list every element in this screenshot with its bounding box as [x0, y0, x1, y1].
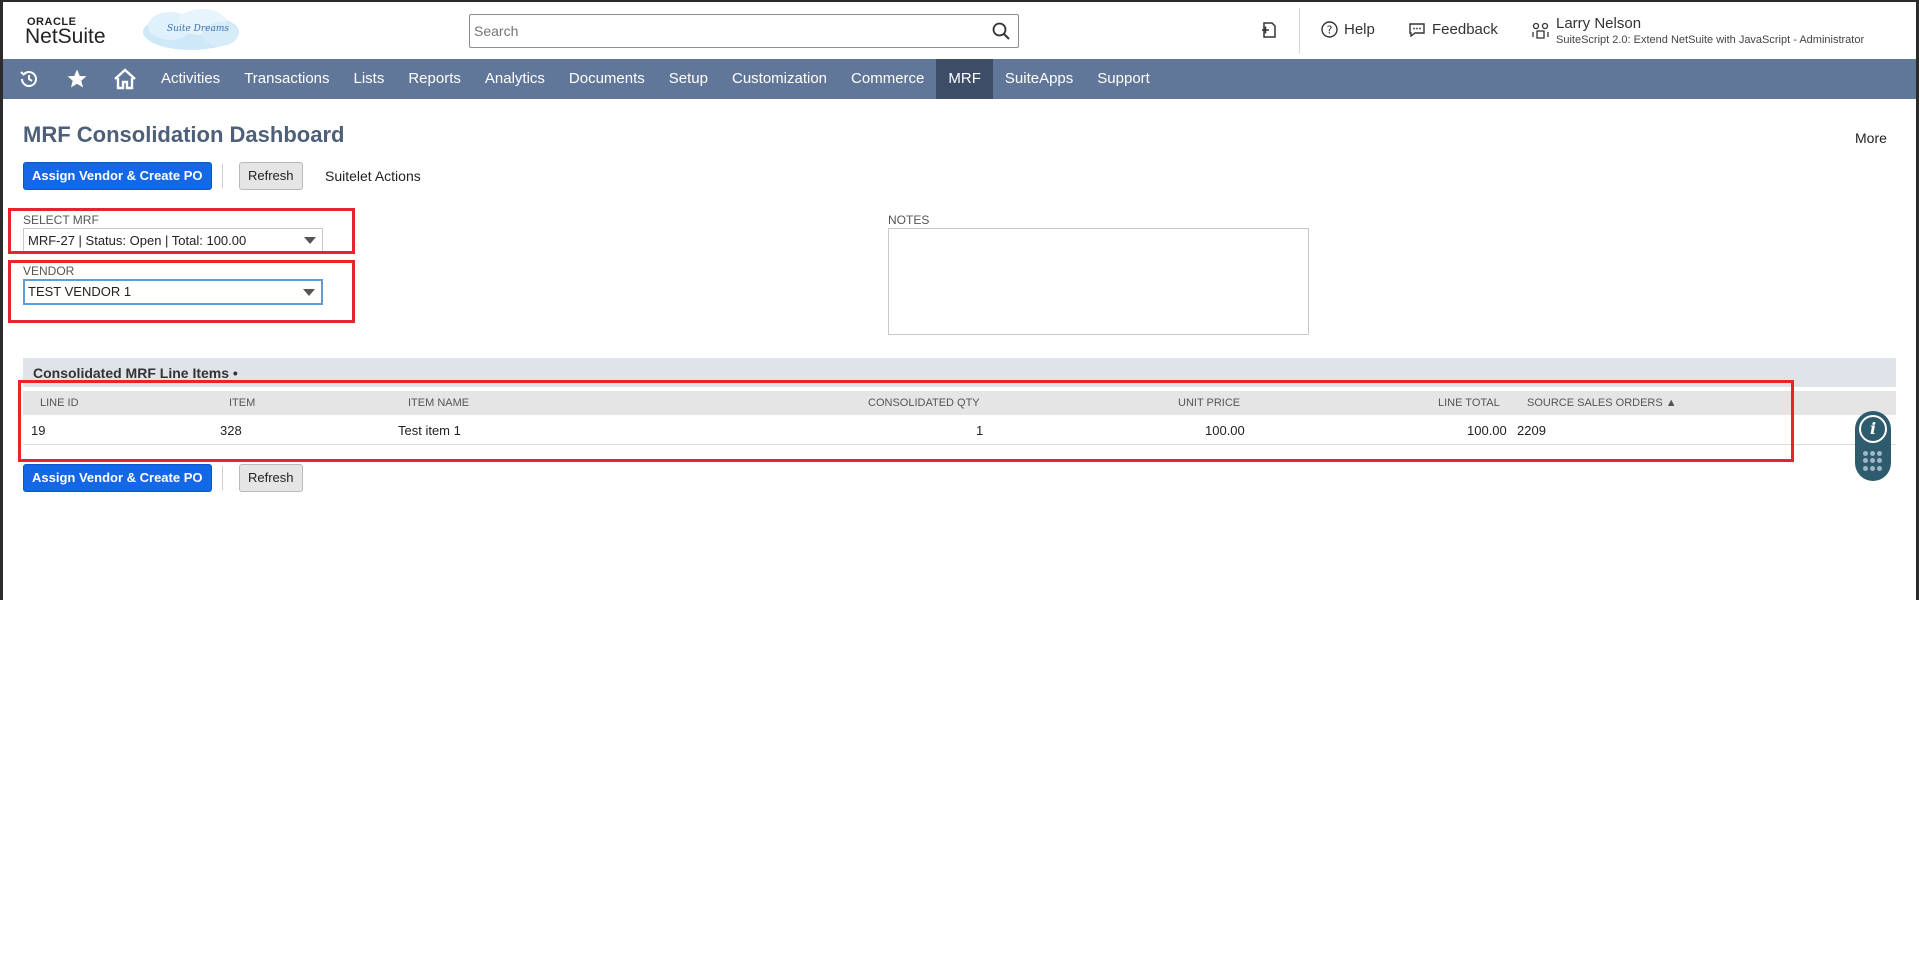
- star-icon: [67, 69, 87, 88]
- column-header-consolidated-qty[interactable]: CONSOLIDATED QTY: [868, 397, 980, 409]
- chevron-down-icon[interactable]: [304, 237, 316, 244]
- column-header-item-name[interactable]: ITEM NAME: [408, 397, 469, 409]
- assign-vendor-create-po-button-bottom[interactable]: Assign Vendor & Create PO: [23, 464, 212, 492]
- nav-mrf[interactable]: MRF: [936, 59, 993, 99]
- nav-suiteapps[interactable]: SuiteApps: [993, 59, 1085, 99]
- company-cloud-label: Suite Dreams: [167, 24, 230, 34]
- help-circle-icon: ?: [1321, 21, 1338, 38]
- feedback-button[interactable]: Feedback: [1408, 21, 1498, 38]
- table-header-row: LINE ID ITEM ITEM NAME CONSOLIDATED QTY …: [23, 391, 1896, 415]
- recent-records-icon: [1262, 22, 1276, 38]
- refresh-button[interactable]: Refresh: [239, 162, 303, 190]
- nav-documents[interactable]: Documents: [557, 59, 657, 99]
- cell-source-sales-orders: 2209: [1517, 423, 1546, 438]
- dots-grid-icon[interactable]: [1863, 451, 1883, 471]
- table-row[interactable]: 19 328 Test item 1 1 100.00 100.00 2209: [23, 415, 1896, 445]
- chevron-down-icon[interactable]: [303, 289, 315, 296]
- cell-consolidated-qty: 1: [976, 423, 984, 438]
- recent-history-nav[interactable]: [5, 59, 53, 99]
- home-icon: [114, 68, 136, 90]
- select-mrf-dropdown[interactable]: MRF-27 | Status: Open | Total: 100.00: [23, 228, 323, 254]
- help-label: Help: [1344, 21, 1375, 38]
- info-icon[interactable]: i: [1859, 415, 1887, 443]
- netsuite-logo[interactable]: NetSuite: [25, 25, 106, 49]
- main-navigation: Activities Transactions Lists Reports An…: [3, 59, 1916, 99]
- user-role[interactable]: SuiteScript 2.0: Extend NetSuite with Ja…: [1556, 34, 1864, 46]
- nav-lists[interactable]: Lists: [342, 59, 397, 99]
- refresh-button-bottom[interactable]: Refresh: [239, 464, 303, 492]
- cell-line-total: 100.00: [1467, 423, 1507, 438]
- assign-vendor-create-po-button[interactable]: Assign Vendor & Create PO: [23, 162, 212, 190]
- role-switch-icon[interactable]: [1531, 21, 1550, 40]
- select-mrf-value: MRF-27 | Status: Open | Total: 100.00: [28, 233, 247, 248]
- global-search[interactable]: [469, 14, 1019, 48]
- nav-customization[interactable]: Customization: [720, 59, 839, 99]
- column-header-line-id[interactable]: LINE ID: [40, 397, 79, 409]
- user-name[interactable]: Larry Nelson: [1556, 15, 1641, 32]
- sublist-header: Consolidated MRF Line Items •: [23, 358, 1896, 387]
- nav-analytics[interactable]: Analytics: [473, 59, 557, 99]
- history-clock-icon: [20, 71, 37, 87]
- favorites-nav[interactable]: [53, 59, 101, 99]
- global-header: ORACLE NetSuite Suite Dreams ? Help: [0, 0, 1919, 59]
- svg-text:?: ?: [1327, 24, 1333, 37]
- nav-activities[interactable]: Activities: [149, 59, 232, 99]
- column-header-line-total[interactable]: LINE TOTAL: [1438, 397, 1500, 409]
- more-menu-link[interactable]: More: [1855, 130, 1887, 146]
- vendor-label: VENDOR: [23, 264, 75, 278]
- column-header-unit-price[interactable]: UNIT PRICE: [1178, 397, 1240, 409]
- suitelet-actions-menu[interactable]: Suitelet Actions: [325, 168, 421, 184]
- search-input[interactable]: [470, 15, 970, 47]
- sublist-title: Consolidated MRF Line Items •: [33, 365, 238, 381]
- feedback-bubble-icon: [1409, 23, 1425, 38]
- column-header-item[interactable]: ITEM: [229, 397, 255, 409]
- button-separator: [222, 164, 223, 188]
- vendor-value: TEST VENDOR 1: [28, 284, 132, 299]
- nav-setup[interactable]: Setup: [657, 59, 720, 99]
- recent-records-button[interactable]: [1259, 20, 1279, 40]
- search-icon[interactable]: [992, 22, 1010, 40]
- notes-textarea[interactable]: [888, 228, 1309, 335]
- cell-item-name: Test item 1: [398, 423, 461, 438]
- button-separator: [222, 466, 223, 490]
- cell-unit-price: 100.00: [1205, 423, 1245, 438]
- nav-commerce[interactable]: Commerce: [839, 59, 936, 99]
- cell-line-id: 19: [31, 423, 46, 438]
- page-title: MRF Consolidation Dashboard: [23, 122, 345, 147]
- help-button[interactable]: ? Help: [1321, 21, 1375, 38]
- vendor-dropdown[interactable]: TEST VENDOR 1: [23, 279, 323, 305]
- nav-transactions[interactable]: Transactions: [232, 59, 341, 99]
- home-nav[interactable]: [101, 59, 149, 99]
- feedback-label: Feedback: [1432, 21, 1498, 38]
- help-widget[interactable]: i: [1855, 411, 1891, 481]
- header-divider: [1299, 8, 1300, 54]
- nav-support[interactable]: Support: [1085, 59, 1162, 99]
- cell-item: 328: [220, 423, 242, 438]
- nav-reports[interactable]: Reports: [396, 59, 473, 99]
- column-header-source-sales-orders[interactable]: SOURCE SALES ORDERS ▲: [1527, 397, 1677, 409]
- select-mrf-label: SELECT MRF: [23, 213, 99, 227]
- notes-label: NOTES: [888, 213, 930, 227]
